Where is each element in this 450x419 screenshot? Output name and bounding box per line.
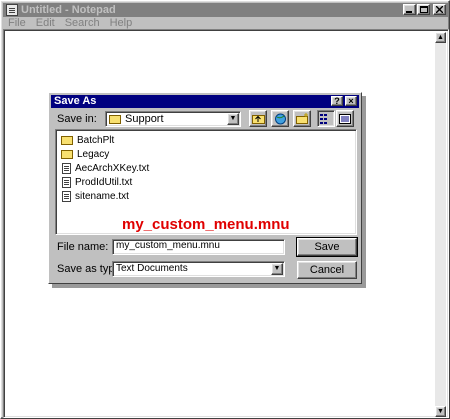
folder-icon (109, 115, 121, 124)
new-folder-button[interactable] (293, 110, 311, 127)
dropdown-arrow-icon[interactable]: ▼ (271, 263, 283, 275)
menu-help[interactable]: Help (110, 17, 133, 29)
notepad-titlebar[interactable]: Untitled - Notepad (3, 3, 449, 17)
maximize-button[interactable] (417, 4, 430, 15)
save-in-value: Support (125, 113, 164, 125)
up-folder-icon (251, 115, 265, 124)
details-view-icon (339, 113, 351, 124)
folder-icon (61, 135, 73, 145)
dialog-close-button[interactable]: × (345, 96, 357, 106)
menu-file[interactable]: File (8, 17, 26, 29)
desktop-icon (274, 113, 286, 124)
notepad-title: Untitled - Notepad (21, 4, 116, 16)
list-item[interactable]: AecArchXKey.txt (61, 162, 149, 174)
text-file-icon (62, 176, 71, 188)
file-list[interactable]: BatchPlt Legacy AecArchXKey.txt ProdIdUt… (55, 129, 357, 235)
text-file-icon (62, 190, 71, 202)
text-file-icon (62, 162, 71, 174)
list-item[interactable]: Legacy (61, 148, 109, 160)
minimize-button[interactable] (403, 4, 416, 15)
cancel-button[interactable]: Cancel (297, 261, 357, 279)
save-as-type-dropdown[interactable]: Text Documents ▼ (112, 261, 285, 277)
file-name-input[interactable]: my_custom_menu.mnu (112, 239, 285, 255)
notepad-icon (6, 4, 18, 16)
save-in-label: Save in: (57, 113, 97, 125)
list-item[interactable]: ProdIdUtil.txt (61, 176, 132, 188)
details-view-button[interactable] (336, 110, 354, 127)
dialog-titlebar[interactable]: Save As ? × (51, 95, 359, 108)
dropdown-arrow-icon[interactable]: ▼ (227, 113, 239, 125)
save-as-dialog: Save As ? × Save in: Support ▼ BatchPlt … (48, 92, 362, 284)
save-in-dropdown[interactable]: Support ▼ (105, 111, 241, 127)
scroll-down-arrow-icon[interactable]: ▼ (435, 406, 446, 417)
up-one-level-button[interactable] (249, 110, 267, 127)
minimize-icon (406, 11, 412, 13)
file-name-label: File name: (57, 241, 109, 253)
menu-search[interactable]: Search (65, 17, 100, 29)
save-button[interactable]: Save (296, 237, 358, 257)
list-view-icon (320, 113, 327, 124)
desktop-button[interactable] (271, 110, 289, 127)
vertical-scrollbar[interactable]: ▲ ▼ (435, 32, 446, 417)
close-icon (436, 6, 443, 13)
filename-annotation: my_custom_menu.mnu (122, 216, 290, 233)
folder-icon (61, 149, 73, 159)
notepad-menubar: File Edit Search Help (3, 17, 449, 29)
maximize-icon (419, 6, 428, 13)
menu-edit[interactable]: Edit (36, 17, 55, 29)
scroll-up-arrow-icon[interactable]: ▲ (435, 32, 446, 43)
save-as-type-value: Text Documents (116, 263, 188, 274)
help-button[interactable]: ? (331, 96, 343, 106)
close-button[interactable] (433, 4, 446, 15)
list-item[interactable]: sitename.txt (61, 190, 129, 202)
dialog-title: Save As (54, 95, 97, 107)
list-view-button[interactable] (317, 110, 335, 127)
new-folder-icon (295, 113, 308, 124)
list-item[interactable]: BatchPlt (61, 134, 114, 146)
